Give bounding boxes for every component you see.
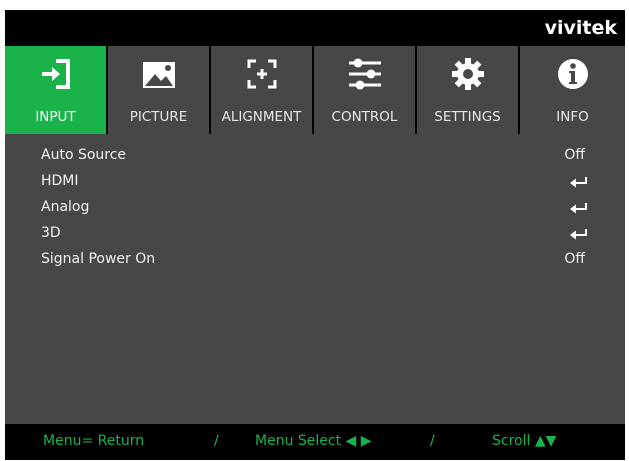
tab-label: CONTROL — [331, 109, 398, 125]
separator: / — [430, 433, 435, 449]
osd-footer: Menu= Return / Menu Select ◀ ▶ / Scroll … — [5, 424, 625, 460]
enter-icon — [570, 229, 587, 240]
menu-item-label: Signal Power On — [41, 251, 156, 267]
projector-osd-menu: vivitek INPUT PICTURE ALIGNMENT CONTROL … — [5, 10, 625, 460]
separator: / — [214, 433, 219, 449]
menu-item-label: 3D — [41, 225, 61, 241]
tab-label: INPUT — [35, 109, 76, 125]
tab-label: ALIGNMENT — [221, 109, 302, 125]
menu-item-3d[interactable]: 3D — [5, 221, 625, 247]
tab-label: PICTURE — [129, 109, 188, 125]
alignment-icon — [247, 59, 276, 89]
menu-item-analog[interactable]: Analog — [5, 195, 625, 221]
info-icon — [557, 59, 588, 89]
scroll-hint: Scroll ▲▼ — [492, 433, 557, 449]
menu-panel: Auto Source Off HDMI Analog 3D Signal Po… — [5, 134, 625, 424]
brand-logo: vivitek — [544, 17, 617, 39]
tab-settings[interactable]: SETTINGS — [417, 46, 520, 134]
return-hint: Menu= Return — [43, 433, 145, 449]
tab-label: INFO — [556, 109, 589, 125]
osd-header: vivitek — [5, 10, 625, 46]
picture-icon — [142, 62, 175, 88]
menu-item-signal-power-on[interactable]: Signal Power On Off — [5, 247, 625, 273]
tab-bar: INPUT PICTURE ALIGNMENT CONTROL SETTINGS… — [5, 46, 625, 134]
tab-info[interactable]: INFO — [520, 46, 625, 134]
tab-input[interactable]: INPUT — [5, 46, 108, 134]
menu-item-auto-source[interactable]: Auto Source Off — [5, 143, 625, 169]
tab-picture[interactable]: PICTURE — [108, 46, 211, 134]
menu-select-hint: Menu Select ◀ ▶ — [255, 433, 372, 449]
tab-control[interactable]: CONTROL — [314, 46, 417, 134]
tab-label: SETTINGS — [434, 109, 501, 125]
enter-icon — [570, 177, 587, 188]
gear-icon — [451, 58, 484, 90]
menu-item-label: Auto Source — [41, 147, 127, 163]
control-sliders-icon — [348, 58, 381, 90]
menu-item-hdmi[interactable]: HDMI — [5, 169, 625, 195]
menu-item-value: Off — [564, 147, 585, 163]
menu-item-label: Analog — [41, 199, 90, 215]
menu-item-value: Off — [564, 251, 585, 267]
menu-item-label: HDMI — [41, 173, 79, 189]
input-icon — [41, 59, 70, 89]
tab-alignment[interactable]: ALIGNMENT — [211, 46, 314, 134]
enter-icon — [570, 203, 587, 214]
